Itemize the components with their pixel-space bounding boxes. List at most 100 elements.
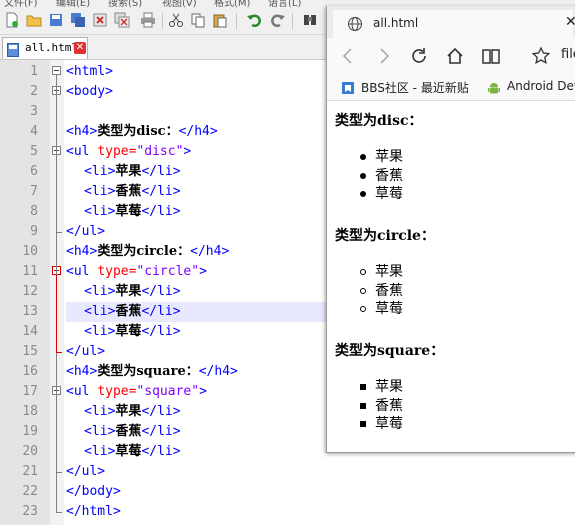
list-item: 苹果 xyxy=(375,149,403,165)
refresh-icon[interactable] xyxy=(409,46,429,66)
list-item: 香蕉 xyxy=(375,398,403,414)
square-bullet xyxy=(360,421,366,427)
favorite-bbs-link[interactable]: BBS社区 - 最近新贴 xyxy=(361,79,469,96)
line-number: 1 xyxy=(30,64,38,79)
address-bar[interactable]: file xyxy=(561,47,575,62)
menu-edit[interactable]: 编辑(E) xyxy=(56,0,90,8)
browser-window: all.html ✕ file BBS社区 - 最近新贴 Android Dev… xyxy=(326,6,575,453)
menu-view[interactable]: 视图(V) xyxy=(162,0,197,8)
line-number: 16 xyxy=(22,364,38,379)
list-item: 苹果 xyxy=(375,264,403,280)
bookmark-icon xyxy=(341,80,355,94)
heading-square: 类型为square： xyxy=(335,343,445,359)
globe-icon xyxy=(347,16,363,32)
find-icon[interactable] xyxy=(302,12,318,28)
line-number: 6 xyxy=(30,164,38,179)
open-folder-icon[interactable] xyxy=(26,12,42,28)
square-bullet xyxy=(360,403,366,409)
line-number: 19 xyxy=(22,424,38,439)
circle-bullet xyxy=(360,269,366,275)
line-number: 2 xyxy=(30,84,38,99)
save-icon[interactable] xyxy=(48,12,64,28)
line-number: 11 xyxy=(22,264,38,279)
fold-guide-end xyxy=(56,512,62,513)
fold-minus-icon[interactable] xyxy=(52,66,61,75)
code-line[interactable]: 22 </body> xyxy=(0,482,575,502)
close-file-icon[interactable] xyxy=(92,12,108,28)
code-text: </body> xyxy=(66,484,121,499)
disc-bullet xyxy=(360,191,366,197)
fold-guide-end xyxy=(56,232,62,233)
disc-bullet xyxy=(360,173,366,179)
menu-format[interactable]: 格式(M) xyxy=(214,0,250,8)
code-line[interactable]: 23 </html> xyxy=(0,502,575,522)
heading-disc: 类型为disc： xyxy=(335,113,423,129)
new-file-icon[interactable] xyxy=(4,12,20,28)
disc-bullet xyxy=(360,154,366,160)
line-number: 9 xyxy=(30,224,38,239)
line-number: 18 xyxy=(22,404,38,419)
close-tab-icon[interactable]: ✕ xyxy=(565,14,575,30)
print-icon[interactable] xyxy=(140,12,156,28)
fold-guide-end xyxy=(56,472,62,473)
list-item: 草莓 xyxy=(375,186,403,202)
browser-tab-title: all.html xyxy=(373,16,419,30)
line-number: 8 xyxy=(30,204,38,219)
list-item: 香蕉 xyxy=(375,283,403,299)
menu-language[interactable]: 语言(L) xyxy=(268,0,301,8)
copy-icon[interactable] xyxy=(190,12,206,28)
circle-bullet xyxy=(360,306,366,312)
saved-file-icon xyxy=(7,42,19,57)
line-number: 20 xyxy=(22,444,38,459)
list-item: 草莓 xyxy=(375,301,403,317)
forward-icon[interactable] xyxy=(373,46,393,66)
browser-tab-strip: all.html ✕ xyxy=(327,6,575,38)
menu-search[interactable]: 搜索(S) xyxy=(108,0,142,8)
fold-guide-end xyxy=(56,352,62,353)
browser-nav-bar: file xyxy=(327,38,575,74)
line-number: 4 xyxy=(30,124,38,139)
list-item: 香蕉 xyxy=(375,168,403,184)
browser-tab[interactable]: all.html ✕ xyxy=(333,10,575,38)
favorite-star-icon[interactable] xyxy=(531,46,551,66)
fold-guide xyxy=(56,155,57,232)
square-bullet xyxy=(360,384,366,390)
browser-page-content: 类型为disc： 苹果 香蕉 草莓 类型为circle： 苹果 香蕉 草莓 类型… xyxy=(327,101,575,452)
line-number: 7 xyxy=(30,184,38,199)
line-number: 22 xyxy=(22,484,38,499)
list-item: 苹果 xyxy=(375,379,403,395)
code-line[interactable]: 21 </ul> xyxy=(0,462,575,482)
line-number: 23 xyxy=(22,504,38,519)
back-icon[interactable] xyxy=(339,46,359,66)
redo-icon[interactable] xyxy=(270,12,286,28)
circle-bullet xyxy=(360,288,366,294)
favorite-android-link[interactable]: Android Dev xyxy=(507,79,575,93)
close-all-icon[interactable] xyxy=(114,12,130,28)
home-icon[interactable] xyxy=(445,46,465,66)
line-number: 3 xyxy=(30,104,38,119)
line-number: 21 xyxy=(22,464,38,479)
save-all-icon[interactable] xyxy=(70,12,86,28)
code-text: </html> xyxy=(66,504,121,519)
line-number: 12 xyxy=(22,284,38,299)
close-tab-icon[interactable]: ✕ xyxy=(74,42,86,54)
paste-icon[interactable] xyxy=(212,12,228,28)
reading-view-icon[interactable] xyxy=(481,46,501,66)
fold-guide xyxy=(56,275,57,352)
line-number: 10 xyxy=(22,244,38,259)
tab-label: all.html xyxy=(25,41,78,54)
tab-all-html[interactable]: all.html ✕ xyxy=(2,37,88,59)
line-number: 15 xyxy=(22,344,38,359)
code-text: </ul> xyxy=(66,464,106,479)
undo-icon[interactable] xyxy=(246,12,262,28)
line-number: 13 xyxy=(22,304,38,319)
list-item: 草莓 xyxy=(375,416,403,432)
line-number: 5 xyxy=(30,144,38,159)
menu-file[interactable]: 文件(F) xyxy=(4,0,38,8)
line-number: 14 xyxy=(22,324,38,339)
line-number: 17 xyxy=(22,384,38,399)
android-icon xyxy=(487,80,501,94)
cut-icon[interactable] xyxy=(168,12,184,28)
heading-circle: 类型为circle： xyxy=(335,228,435,244)
favorites-bar: BBS社区 - 最近新贴 Android Dev xyxy=(327,74,575,101)
